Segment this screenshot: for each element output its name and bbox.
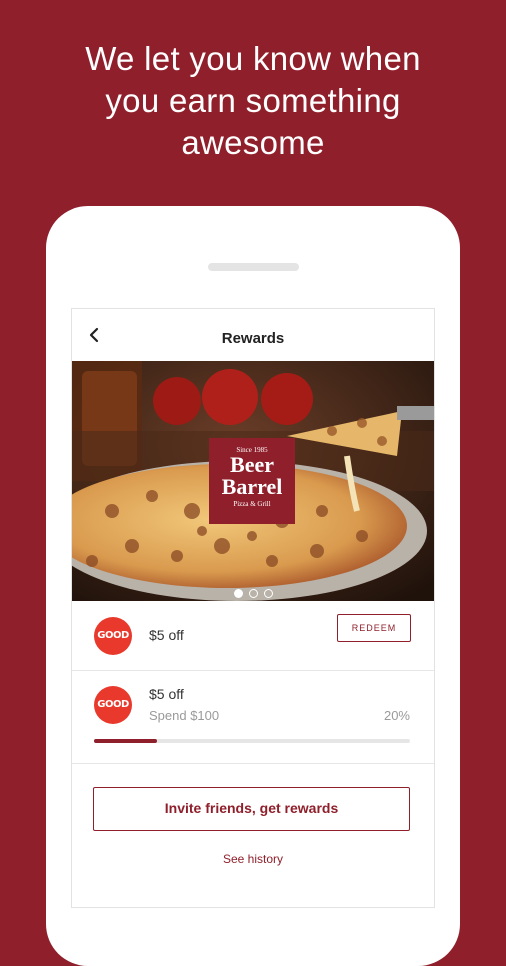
headline: We let you know when you earn something …	[0, 38, 506, 164]
reward-row-available: GOOD $5 off REDEEM	[72, 601, 434, 671]
invite-friends-button[interactable]: Invite friends, get rewards	[93, 787, 410, 831]
carousel-dot[interactable]	[233, 589, 243, 598]
reward-label: $5 off	[149, 686, 184, 702]
good-badge-icon: GOOD	[94, 686, 132, 724]
phone-speaker	[208, 263, 299, 271]
brand-logo: Since 1985 Beer Barrel Pizza & Grill	[209, 438, 295, 524]
good-badge-icon: GOOD	[94, 617, 132, 655]
logo-line-2: Barrel	[221, 474, 283, 499]
logo-line-1: Beer	[230, 452, 274, 477]
logo-tagline: Pizza & Grill	[233, 500, 271, 508]
reward-row-progress: GOOD $5 off Spend $100 20%	[72, 671, 434, 764]
carousel-dot[interactable]	[263, 589, 273, 598]
reward-percent: 20%	[383, 708, 410, 723]
app-screen: Rewards Since 1985 Beer Barrel Pizza & G…	[71, 308, 435, 908]
redeem-button[interactable]: REDEEM	[337, 614, 411, 642]
see-history-link[interactable]: See history	[72, 852, 434, 866]
reward-progress-fill	[94, 739, 158, 743]
app-header	[72, 309, 434, 361]
reward-progress-bar	[94, 739, 410, 743]
hero-carousel[interactable]: Since 1985 Beer Barrel Pizza & Grill	[72, 361, 434, 601]
headline-line-3: awesome	[181, 124, 325, 161]
chevron-left-icon[interactable]	[86, 327, 102, 343]
headline-line-1: We let you know when	[85, 40, 421, 77]
headline-line-2: you earn something	[105, 82, 401, 119]
reward-label: $5 off	[149, 627, 184, 643]
carousel-dot[interactable]	[248, 589, 258, 598]
reward-requirement: Spend $100	[149, 708, 220, 723]
